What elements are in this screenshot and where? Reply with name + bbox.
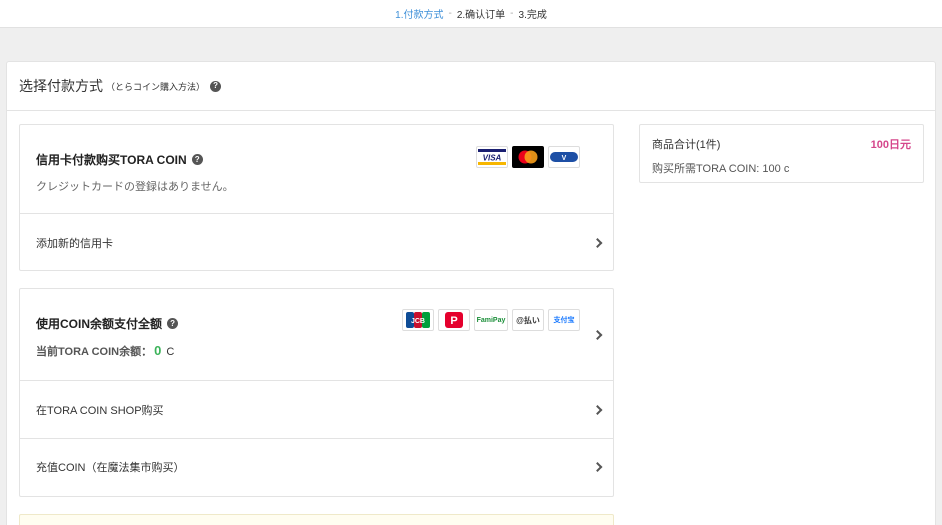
coin-balance-unit: C	[166, 346, 175, 358]
add-credit-card-label: 添加新的信用卡	[36, 237, 113, 250]
step-payment-method: 1.付款方式	[395, 10, 444, 21]
tora-coin-shop-label: 在TORA COIN SHOP购买	[36, 404, 164, 417]
notice-box	[19, 514, 614, 525]
page-title: 选择付款方式	[19, 78, 103, 94]
vpreca-logo-text: V	[562, 155, 567, 162]
coin-balance: 当前TORA COIN余额： 0 C	[36, 343, 174, 359]
coin-payment-logos: JCB P FamiPay @払い 支付宝	[402, 309, 580, 331]
help-icon[interactable]: ?	[191, 154, 203, 165]
order-summary: 商品合计(1件) 100日元 购买所需TORA COIN: 100 c	[639, 124, 924, 183]
credit-card-logos: VISA V	[476, 146, 580, 168]
payment-panel: 选择付款方式 （とらコイン購入方法） ? 信用卡付款购买TORA COIN ? …	[6, 61, 936, 525]
jcb-logo-icon: JCB	[402, 309, 434, 331]
help-icon[interactable]: ?	[167, 318, 179, 329]
coin-balance-title-text: 使用COIN余额支付全额	[36, 317, 163, 331]
paypay-logo-icon: P	[438, 309, 470, 331]
summary-total-price: 100日元	[870, 139, 911, 151]
step-separator: -	[510, 8, 514, 19]
recharge-coin-label: 充值COIN（在魔法集市购买）	[36, 462, 185, 474]
step-confirm-order: 2.确认订单	[456, 10, 506, 21]
add-credit-card-button[interactable]: 添加新的信用卡	[20, 214, 613, 271]
visa-logo-text: VISA	[483, 154, 502, 163]
famipay-logo-icon: FamiPay	[474, 309, 508, 331]
chevron-right-icon	[592, 330, 603, 340]
mastercard-logo-icon	[512, 146, 544, 168]
summary-total-label: 商品合计(1件)	[652, 139, 721, 151]
step-separator: -	[448, 8, 452, 19]
vpreca-logo-icon: V	[548, 146, 580, 168]
tora-coin-shop-button[interactable]: 在TORA COIN SHOP购买	[20, 381, 613, 438]
paypay-logo-text: P	[450, 315, 457, 327]
visa-logo-icon: VISA	[476, 146, 508, 168]
coin-balance-value: 0	[154, 343, 162, 358]
coin-balance-title: 使用COIN余额支付全额 ?	[36, 315, 179, 332]
checkout-steps: 1.付款方式 - 2.确认订单 - 3.完成	[0, 0, 942, 28]
page-subtitle: （とらコイン購入方法）	[106, 81, 206, 92]
atbarai-logo-icon: @払い	[512, 309, 544, 331]
credit-card-option: 信用卡付款购买TORA COIN ? クレジットカードの登録はありません。 VI…	[19, 124, 614, 271]
recharge-coin-button[interactable]: 充值COIN（在魔法集市购买）	[20, 438, 613, 495]
credit-card-title: 信用卡付款购买TORA COIN ?	[36, 151, 203, 168]
chevron-right-icon	[592, 237, 603, 248]
credit-card-title-text: 信用卡付款购买TORA COIN	[36, 153, 187, 167]
alipay-logo-icon: 支付宝	[548, 309, 580, 331]
credit-card-note: クレジットカードの登録はありません。	[36, 181, 234, 193]
chevron-right-icon	[592, 404, 603, 415]
coin-balance-option: 使用COIN余额支付全额 ? 当前TORA COIN余额： 0 C JCB P …	[19, 288, 614, 497]
chevron-right-icon	[592, 462, 603, 472]
coin-balance-header[interactable]: 使用COIN余额支付全额 ? 当前TORA COIN余额： 0 C JCB P …	[20, 289, 613, 381]
panel-header: 选择付款方式 （とらコイン購入方法） ?	[7, 62, 935, 111]
step-complete: 3.完成	[518, 10, 547, 21]
coin-balance-label: 当前TORA COIN余额：	[36, 346, 153, 358]
credit-card-header: 信用卡付款购买TORA COIN ? クレジットカードの登録はありません。 VI…	[20, 125, 613, 214]
help-icon[interactable]: ?	[210, 80, 222, 92]
summary-coin-needed: 购买所需TORA COIN: 100 c	[652, 163, 790, 175]
jcb-logo-text: JCB	[411, 318, 425, 325]
